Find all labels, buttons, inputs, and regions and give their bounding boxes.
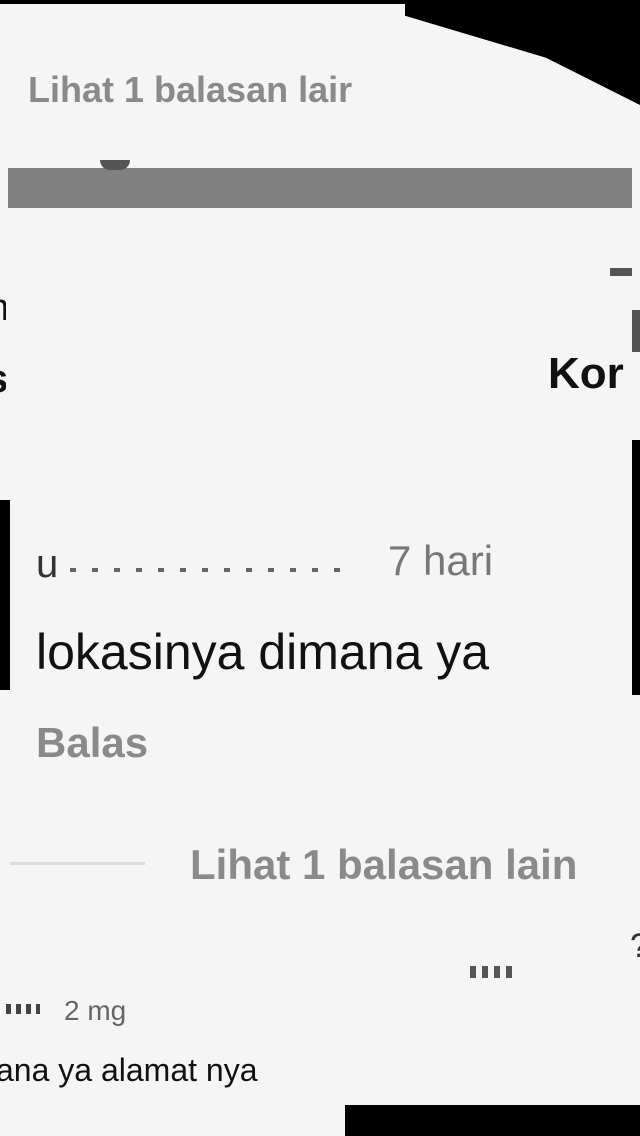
comment-body: lokasinya dimana ya [36,624,490,680]
view-more-replies-link[interactable]: Lihat 1 balasan lain [190,840,640,890]
right-icon-fragment [610,268,632,276]
replies-divider [10,862,145,865]
bottom-comment-timestamp: 2 mg [64,995,127,1026]
redaction-bar [8,168,632,208]
right-heading-fragment: Kor [548,349,624,398]
right-badge-fragment [632,310,640,352]
black-overlay-bottom-right [345,1105,640,1136]
black-overlay-left-mid [0,500,10,690]
username-obscured [70,568,350,572]
comment-username[interactable]: u [36,540,66,588]
comment-timestamp: 7 hari [388,537,494,584]
black-overlay-top-right [405,0,640,105]
left-sliver-text-2: n [0,285,6,331]
bottom-comment-body: ana ya alamat nya [0,1052,258,1088]
black-overlay-right-mid [632,440,640,695]
bottom-username-fragment [470,966,518,978]
right-question-fragment: ? [630,925,640,967]
reply-button[interactable]: Balas [36,718,196,768]
bottom-username-obscured [6,1004,40,1014]
left-sliver-text: s [0,355,6,403]
view-more-replies-link-top[interactable]: Lihat 1 balasan lair [28,68,406,112]
